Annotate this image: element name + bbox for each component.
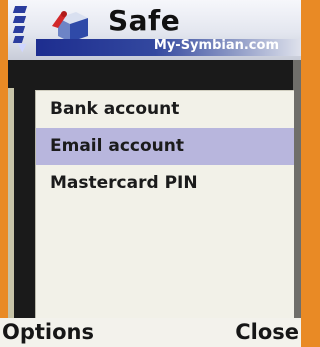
phone-screen: Safe ▼ My-Symbian.com Bank account Email… (0, 0, 301, 347)
list-item-label: Bank account (50, 99, 180, 119)
entry-list: Bank account Email account Mastercard PI… (35, 90, 294, 319)
list-item-bank-account[interactable]: Bank account (36, 91, 294, 128)
navigation-arrow-icon: ▼ (18, 41, 27, 54)
list-item-label: Mastercard PIN (50, 173, 198, 193)
right-shadow (293, 60, 301, 318)
options-softkey[interactable]: Options (2, 318, 94, 347)
close-softkey[interactable]: Close (235, 318, 299, 347)
subtitle-strip: My-Symbian.com (36, 38, 301, 56)
list-item-email-account[interactable]: Email account (36, 128, 294, 165)
app-title: Safe (108, 4, 181, 37)
list-item-mastercard-pin[interactable]: Mastercard PIN (36, 165, 294, 202)
list-item-label: Email account (50, 136, 185, 156)
left-border (8, 88, 14, 320)
subtitle-text: My-Symbian.com (153, 38, 279, 53)
softkey-bar: Options Close (0, 318, 301, 347)
title-bar: Safe ▼ My-Symbian.com (8, 0, 301, 61)
